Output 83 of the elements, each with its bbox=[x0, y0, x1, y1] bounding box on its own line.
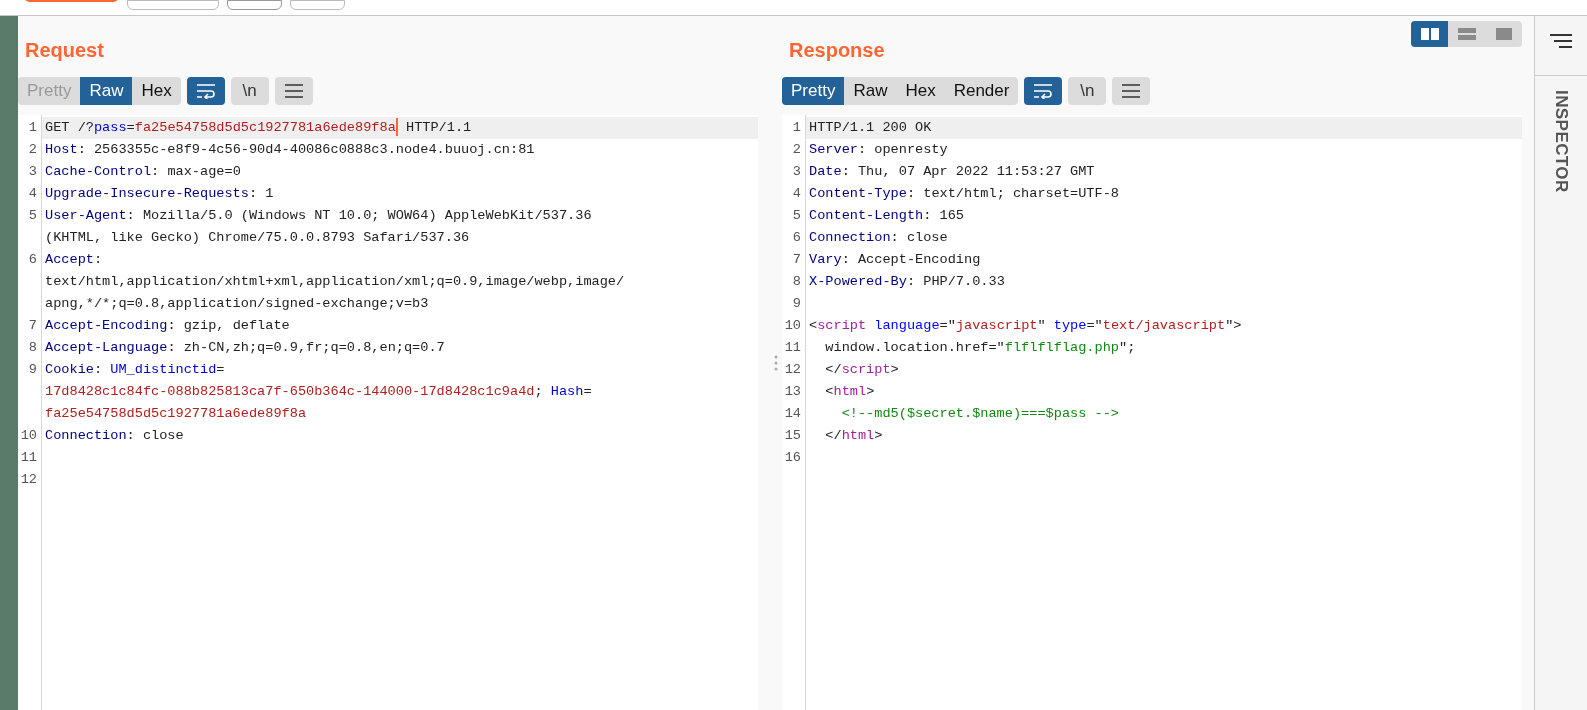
code-line: <!--md5($secret.$name)===$pass --> bbox=[840, 405, 1119, 423]
inspector-tab[interactable]: INSPECTOR bbox=[1548, 90, 1574, 193]
code-line: fa25e54758d5d5c1927781a6ede89f8a bbox=[45, 405, 307, 423]
wrap-button[interactable] bbox=[186, 77, 225, 105]
line-number: 6 bbox=[28, 252, 37, 267]
line-number: 13 bbox=[784, 384, 801, 399]
code-line: </html> bbox=[824, 427, 883, 445]
line-number: 2 bbox=[792, 142, 801, 157]
view-tab[interactable]: Raw bbox=[844, 77, 897, 105]
line-number: 5 bbox=[792, 208, 801, 223]
split-rows-icon bbox=[1457, 28, 1476, 40]
panel-title: Request bbox=[25, 40, 104, 63]
code-line: apng,*/*;q=0.8,application/signed-exchange;v=b3 bbox=[45, 295, 429, 313]
code-line: Content-Type: text/html; charset=UTF-8 bbox=[809, 185, 1119, 203]
view-tab[interactable]: Hex bbox=[132, 77, 181, 105]
line-number: 4 bbox=[28, 186, 37, 201]
line-number: 3 bbox=[28, 164, 37, 179]
line-number: 7 bbox=[792, 252, 801, 267]
wrap-lines-icon bbox=[195, 83, 216, 99]
code-line: <script language="javascript" type="text/javascript"> bbox=[809, 317, 1242, 335]
line-number: 11 bbox=[784, 340, 801, 355]
code-line: 17d8428c1c84fc-088b825813ca7f-650b364c-144000-17d8428c1c9a4d; Hash= bbox=[45, 383, 592, 401]
line-number: 10 bbox=[20, 428, 37, 443]
line-number: 3 bbox=[792, 164, 801, 179]
code-line: <html> bbox=[824, 383, 875, 401]
code-line: Upgrade-Insecure-Requests: 1 bbox=[45, 185, 274, 203]
line-number: 5 bbox=[28, 208, 37, 223]
code-line: X-Powered-By: PHP/7.0.33 bbox=[809, 273, 1005, 291]
line-number: 15 bbox=[784, 428, 801, 443]
code-line: Date: Thu, 07 Apr 2022 11:53:27 GMT bbox=[809, 163, 1095, 181]
code-line: HTTP/1.1 200 OK bbox=[809, 119, 932, 137]
line-number: 4 bbox=[792, 186, 801, 201]
code-line: Content-Length: 165 bbox=[809, 207, 964, 225]
code-line: Accept-Language: zh-CN,zh;q=0.9,fr;q=0.8,en;q=0.7 bbox=[45, 339, 445, 357]
splitter-grip-icon[interactable] bbox=[774, 355, 778, 371]
line-number: 8 bbox=[792, 274, 801, 289]
split-columns-icon bbox=[1420, 28, 1439, 40]
line-number: 7 bbox=[28, 318, 37, 333]
code-line: (KHTML, like Gecko) Chrome/75.0.0.8793 Safari/537.36 bbox=[45, 229, 470, 247]
line-number: 16 bbox=[784, 450, 801, 465]
newline-button[interactable]: \n bbox=[230, 77, 269, 105]
menu-button[interactable] bbox=[274, 77, 313, 105]
code-line: Host: 2563355c-e8f9-4c56-90d4-40086c0888c3.node4.buuoj.cn:81 bbox=[45, 141, 535, 159]
wrap-lines-icon bbox=[1033, 83, 1054, 99]
code-line: User-Agent: Mozilla/5.0 (Windows NT 10.0; WOW64) AppleWebKit/537.36 bbox=[45, 207, 592, 225]
code-line: Cache-Control: max-age=0 bbox=[45, 163, 241, 181]
line-number: 12 bbox=[784, 362, 801, 377]
code-line: Server: openresty bbox=[809, 141, 948, 159]
line-number: 1 bbox=[28, 120, 37, 135]
menu-icon bbox=[1121, 83, 1142, 99]
layout-button[interactable] bbox=[1411, 21, 1448, 47]
line-number: 12 bbox=[20, 472, 37, 487]
line-number: 9 bbox=[792, 296, 801, 311]
menu-button[interactable] bbox=[1112, 77, 1151, 105]
code-line: GET /?pass=fa25e54758d5d5c1927781a6ede89f8a HTTP/1.1 bbox=[45, 117, 472, 139]
line-number: 9 bbox=[28, 362, 37, 377]
view-tab[interactable]: Pretty bbox=[782, 77, 845, 105]
code-line: Vary: Accept-Encoding bbox=[809, 251, 981, 269]
code-line: window.location.href="flflflflag.php"; bbox=[824, 339, 1136, 357]
code-line: text/html,application/xhtml+xml,application/xml;q=0.9,image/webp,image/ bbox=[45, 273, 625, 291]
single-pane-icon bbox=[1495, 28, 1512, 40]
view-tab[interactable]: Raw bbox=[80, 77, 133, 105]
newline-button[interactable]: \n bbox=[1068, 77, 1107, 105]
view-tab[interactable]: Hex bbox=[896, 77, 945, 105]
code-line: Connection: close bbox=[809, 229, 948, 247]
menu-icon bbox=[283, 83, 304, 99]
wrap-button[interactable] bbox=[1024, 77, 1063, 105]
toolbar-button[interactable] bbox=[227, 0, 282, 10]
filter-icon[interactable] bbox=[1549, 33, 1573, 49]
line-number: 11 bbox=[20, 450, 37, 465]
view-tab[interactable]: Render bbox=[944, 77, 1019, 105]
code-line: Accept-Encoding: gzip, deflate bbox=[45, 317, 290, 335]
panel-title: Response bbox=[789, 40, 885, 63]
code-line: Cookie: UM_distinctid= bbox=[45, 361, 225, 379]
line-number: 1 bbox=[792, 120, 801, 135]
line-number: 2 bbox=[28, 142, 37, 157]
code-line: Connection: close bbox=[45, 427, 184, 445]
line-number: 8 bbox=[28, 340, 37, 355]
code-line: </script> bbox=[824, 361, 899, 379]
line-number: 10 bbox=[784, 318, 801, 333]
code-line: Accept: bbox=[45, 251, 103, 269]
line-number: 6 bbox=[792, 230, 801, 245]
line-number: 14 bbox=[784, 406, 801, 421]
